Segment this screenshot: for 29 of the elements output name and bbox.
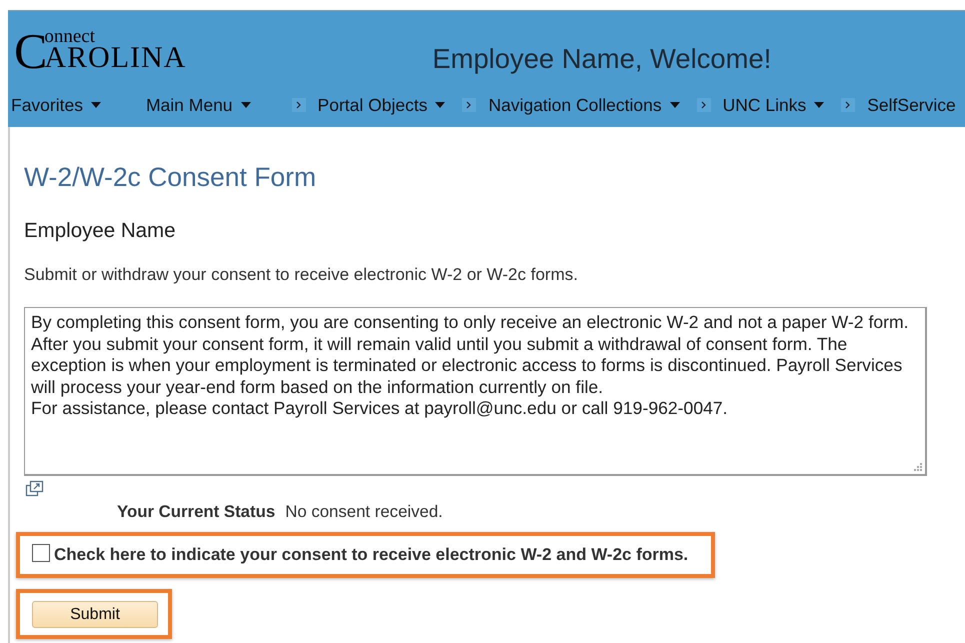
employee-name: Employee Name xyxy=(24,219,177,243)
chevron-icon xyxy=(292,98,306,112)
instructions-text: Submit or withdraw your consent to receive electronic W-2 or W-2c forms. xyxy=(24,265,579,285)
chevron-icon xyxy=(841,98,856,112)
expand-icon[interactable] xyxy=(24,480,44,498)
caret-icon xyxy=(670,102,680,108)
logo-text: onnect xyxy=(44,29,96,45)
page-title: W-2/W-2c Consent Form xyxy=(24,161,318,193)
nav-menu-item[interactable]: Favorites xyxy=(8,94,101,116)
welcome-message: Employee Name, Welcome! xyxy=(432,43,772,75)
caret-icon xyxy=(435,102,446,108)
consent-checkbox[interactable] xyxy=(32,544,50,562)
caret-icon xyxy=(814,102,824,108)
chevron-icon xyxy=(696,98,711,112)
nav-menu-item[interactable]: Navigation Collections xyxy=(451,94,680,116)
status-label: Your Current Status xyxy=(117,502,276,522)
status-value: No consent received. xyxy=(285,502,443,522)
caret-icon xyxy=(90,102,101,108)
checkbox-label: Check here to indicate your consent to receive electronic W-2 and W-2c forms. xyxy=(54,545,688,565)
nav-menu-item[interactable]: Portal Objects xyxy=(280,94,446,116)
chevron-icon xyxy=(462,98,476,112)
nav-menu-item[interactable]: UNC Links xyxy=(686,94,824,116)
logo-text: AROLINA xyxy=(44,45,186,71)
consent-text-area[interactable]: By completing this consent form, you are consenting to only receive an electronic W-2 and not a paper W-2 form. After you submit your consent form, it will remain valid until you submit a withdrawal of consent form. The exception is when your employment is terminated or electronic access to forms is discontinued. Payroll Services will process your year-end form based on the information currently on file. For assistance, please contact Payroll Services at payroll@unc.edu or call 919-962-0047. xyxy=(24,307,927,476)
nav-menu-item[interactable]: SelfService xyxy=(830,94,956,116)
nav-menu-item[interactable]: Main Menu xyxy=(142,94,251,116)
resize-grip-icon[interactable] xyxy=(913,462,923,472)
caret-icon xyxy=(240,102,251,108)
submit-button[interactable]: Submit xyxy=(32,601,158,628)
